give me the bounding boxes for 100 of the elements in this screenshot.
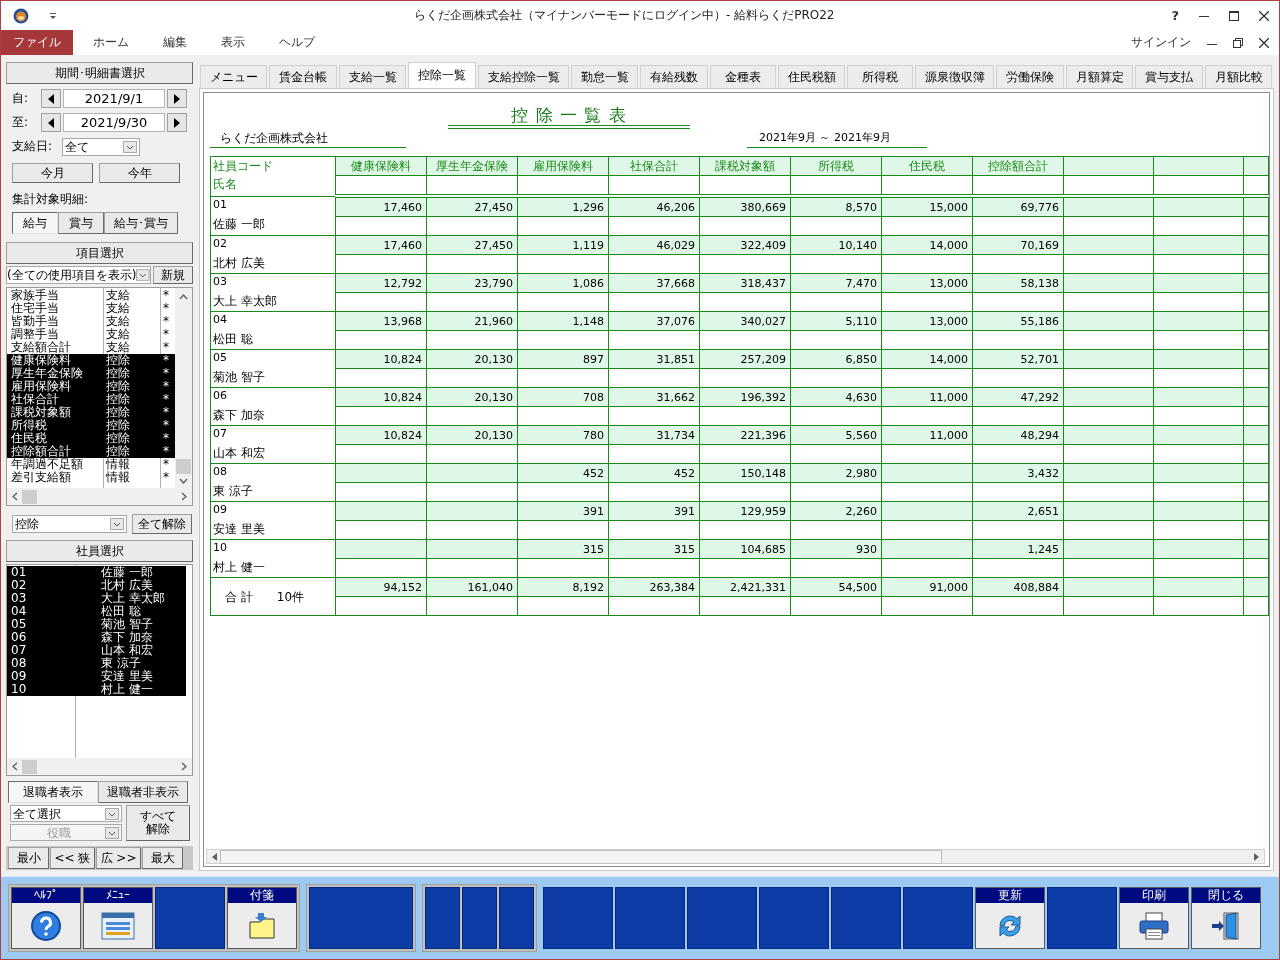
menu-item[interactable]: 表示 bbox=[207, 30, 259, 55]
target-toggle[interactable]: 給与･賞与 bbox=[104, 212, 178, 234]
horizontal-scrollbar[interactable] bbox=[7, 758, 192, 775]
employee-row[interactable]: 10 村上 健一 bbox=[7, 683, 186, 696]
tab[interactable]: 月額算定 bbox=[1065, 65, 1134, 88]
horizontal-scrollbar[interactable] bbox=[7, 488, 192, 505]
clear-all-button[interactable]: すべて 解除 bbox=[126, 805, 190, 841]
toolbar-button[interactable]: 付箋 bbox=[227, 887, 297, 949]
toolbar-button[interactable] bbox=[759, 887, 829, 949]
tab[interactable]: 支給一覧 bbox=[338, 65, 407, 88]
tab[interactable]: 支給控除一覧 bbox=[477, 65, 569, 88]
list-row[interactable]: 家族手当 支給 * bbox=[7, 289, 175, 302]
scroll-thumb[interactable] bbox=[220, 849, 942, 864]
target-toggle[interactable]: 賞与 bbox=[58, 212, 104, 234]
date-field[interactable]: 2021/9/30 bbox=[63, 113, 165, 132]
date-field[interactable]: 2021/9/1 bbox=[63, 89, 165, 108]
zoom-button[interactable]: << 狭 bbox=[50, 847, 95, 869]
selection-dropdown[interactable]: 全て選択 bbox=[10, 805, 122, 822]
list-row[interactable]: 社保合計 控除 * bbox=[7, 393, 175, 406]
zoom-button[interactable]: 最小 bbox=[8, 847, 49, 869]
toolbar-button[interactable] bbox=[462, 887, 497, 949]
toolbar-button[interactable] bbox=[155, 887, 225, 949]
tab[interactable]: 金種表 bbox=[709, 65, 776, 88]
close-icon[interactable] bbox=[1259, 10, 1269, 21]
tab[interactable]: 賞与支払 bbox=[1135, 65, 1203, 88]
retired-toggle[interactable]: 退職者表示 bbox=[8, 781, 98, 803]
tab[interactable]: 所得税 bbox=[847, 65, 914, 88]
tab[interactable]: メニュー bbox=[200, 65, 268, 88]
filter-dropdown[interactable]: (全ての使用項目を表示) bbox=[6, 266, 151, 284]
list-row[interactable]: 差引支給額 情報 * bbox=[7, 471, 175, 484]
toolbar-button[interactable] bbox=[903, 887, 973, 949]
list-row[interactable]: 雇用保険料 控除 * bbox=[7, 380, 175, 393]
new-button[interactable]: 新規 bbox=[153, 266, 193, 284]
tab[interactable]: 控除一覧 bbox=[408, 62, 476, 88]
horizontal-scrollbar[interactable] bbox=[206, 849, 1265, 864]
target-toggle[interactable]: 給与 bbox=[12, 212, 58, 234]
app-icon[interactable] bbox=[13, 7, 29, 24]
zoom-button[interactable]: 広 >> bbox=[96, 847, 141, 869]
tab[interactable]: 有給残数 bbox=[640, 65, 708, 88]
clear-all-button[interactable]: 全て解除 bbox=[132, 514, 192, 534]
next-button[interactable] bbox=[167, 113, 187, 132]
section-header-button[interactable]: 項目選択 bbox=[6, 242, 193, 264]
employee-row[interactable]: 04 松田 聡 bbox=[7, 605, 186, 618]
tab[interactable]: 勤怠一覧 bbox=[570, 65, 639, 88]
maximize-icon[interactable] bbox=[1229, 10, 1239, 21]
close-icon[interactable] bbox=[1259, 37, 1269, 48]
list-row[interactable]: 健康保険料 控除 * bbox=[7, 354, 175, 367]
menu-item[interactable]: ホーム bbox=[79, 30, 143, 55]
menu-item[interactable]: ファイル bbox=[1, 30, 73, 55]
signin-link[interactable]: サインイン bbox=[1131, 34, 1191, 51]
employee-row[interactable]: 05 菊池 智子 bbox=[7, 618, 186, 631]
scroll-thumb[interactable] bbox=[22, 489, 37, 504]
dropdown-icon[interactable] bbox=[49, 11, 57, 20]
tab[interactable]: 労働保険 bbox=[996, 65, 1064, 88]
employee-row[interactable]: 01 佐藤 一郎 bbox=[7, 566, 186, 579]
category-dropdown[interactable]: 控除 bbox=[12, 515, 127, 533]
employee-row[interactable]: 07 山本 和宏 bbox=[7, 644, 186, 657]
previous-button[interactable] bbox=[41, 89, 61, 108]
period-button[interactable]: 今月 bbox=[12, 163, 93, 183]
period-button[interactable]: 今年 bbox=[99, 163, 180, 183]
scroll-thumb[interactable] bbox=[22, 759, 37, 774]
list-row[interactable]: 所得税 控除 * bbox=[7, 419, 175, 432]
section-header-button[interactable]: 期間･明細書選択 bbox=[6, 62, 193, 84]
previous-button[interactable] bbox=[41, 113, 61, 132]
help-button[interactable]: ? bbox=[1171, 8, 1179, 23]
toolbar-button[interactable]: 閉じる bbox=[1191, 887, 1261, 949]
list-row[interactable]: 厚生年金保険 控除 * bbox=[7, 367, 175, 380]
toolbar-button[interactable] bbox=[687, 887, 757, 949]
section-header-button[interactable]: 社員選択 bbox=[6, 540, 193, 562]
menu-item[interactable]: ヘルプ bbox=[265, 30, 329, 55]
list-row[interactable]: 課税対象額 控除 * bbox=[7, 406, 175, 419]
tab[interactable]: 住民税額 bbox=[777, 65, 846, 88]
list-row[interactable]: 控除額合計 控除 * bbox=[7, 445, 175, 458]
next-button[interactable] bbox=[167, 89, 187, 108]
employee-row[interactable]: 09 安達 里美 bbox=[7, 670, 186, 683]
toolbar-button[interactable] bbox=[499, 887, 534, 949]
toolbar-button[interactable] bbox=[831, 887, 901, 949]
toolbar-button[interactable] bbox=[615, 887, 685, 949]
list-row[interactable]: 住民税 控除 * bbox=[7, 432, 175, 445]
list-row[interactable]: 住宅手当 支給 * bbox=[7, 302, 175, 315]
list-row[interactable]: 調整手当 支給 * bbox=[7, 328, 175, 341]
toolbar-button[interactable] bbox=[543, 887, 613, 949]
employee-row[interactable]: 03 大上 幸太郎 bbox=[7, 592, 186, 605]
vertical-scrollbar[interactable] bbox=[175, 288, 192, 488]
toolbar-button[interactable]: ﾍﾙﾌﾟ bbox=[11, 887, 81, 949]
restore-icon[interactable] bbox=[1233, 37, 1243, 48]
toolbar-button[interactable]: 印刷 bbox=[1119, 887, 1189, 949]
payday-dropdown[interactable]: 全て bbox=[62, 137, 140, 156]
tab[interactable]: 源泉徴収簿 bbox=[915, 65, 995, 88]
tab[interactable]: 月額比較 bbox=[1204, 65, 1273, 88]
tab[interactable]: 賃金台帳 bbox=[269, 65, 337, 88]
menu-item[interactable]: 編集 bbox=[149, 30, 201, 55]
employee-row[interactable]: 02 北村 広美 bbox=[7, 579, 186, 592]
list-row[interactable]: 年調過不足額 情報 * bbox=[7, 458, 175, 471]
toolbar-button[interactable] bbox=[425, 887, 460, 949]
list-row[interactable]: 支給額合計 支給 * bbox=[7, 341, 175, 354]
retired-toggle[interactable]: 退職者非表示 bbox=[98, 781, 188, 803]
zoom-button[interactable]: 最大 bbox=[142, 847, 183, 869]
toolbar-button[interactable]: 更新 bbox=[975, 887, 1045, 949]
list-row[interactable]: 皆勤手当 支給 * bbox=[7, 315, 175, 328]
